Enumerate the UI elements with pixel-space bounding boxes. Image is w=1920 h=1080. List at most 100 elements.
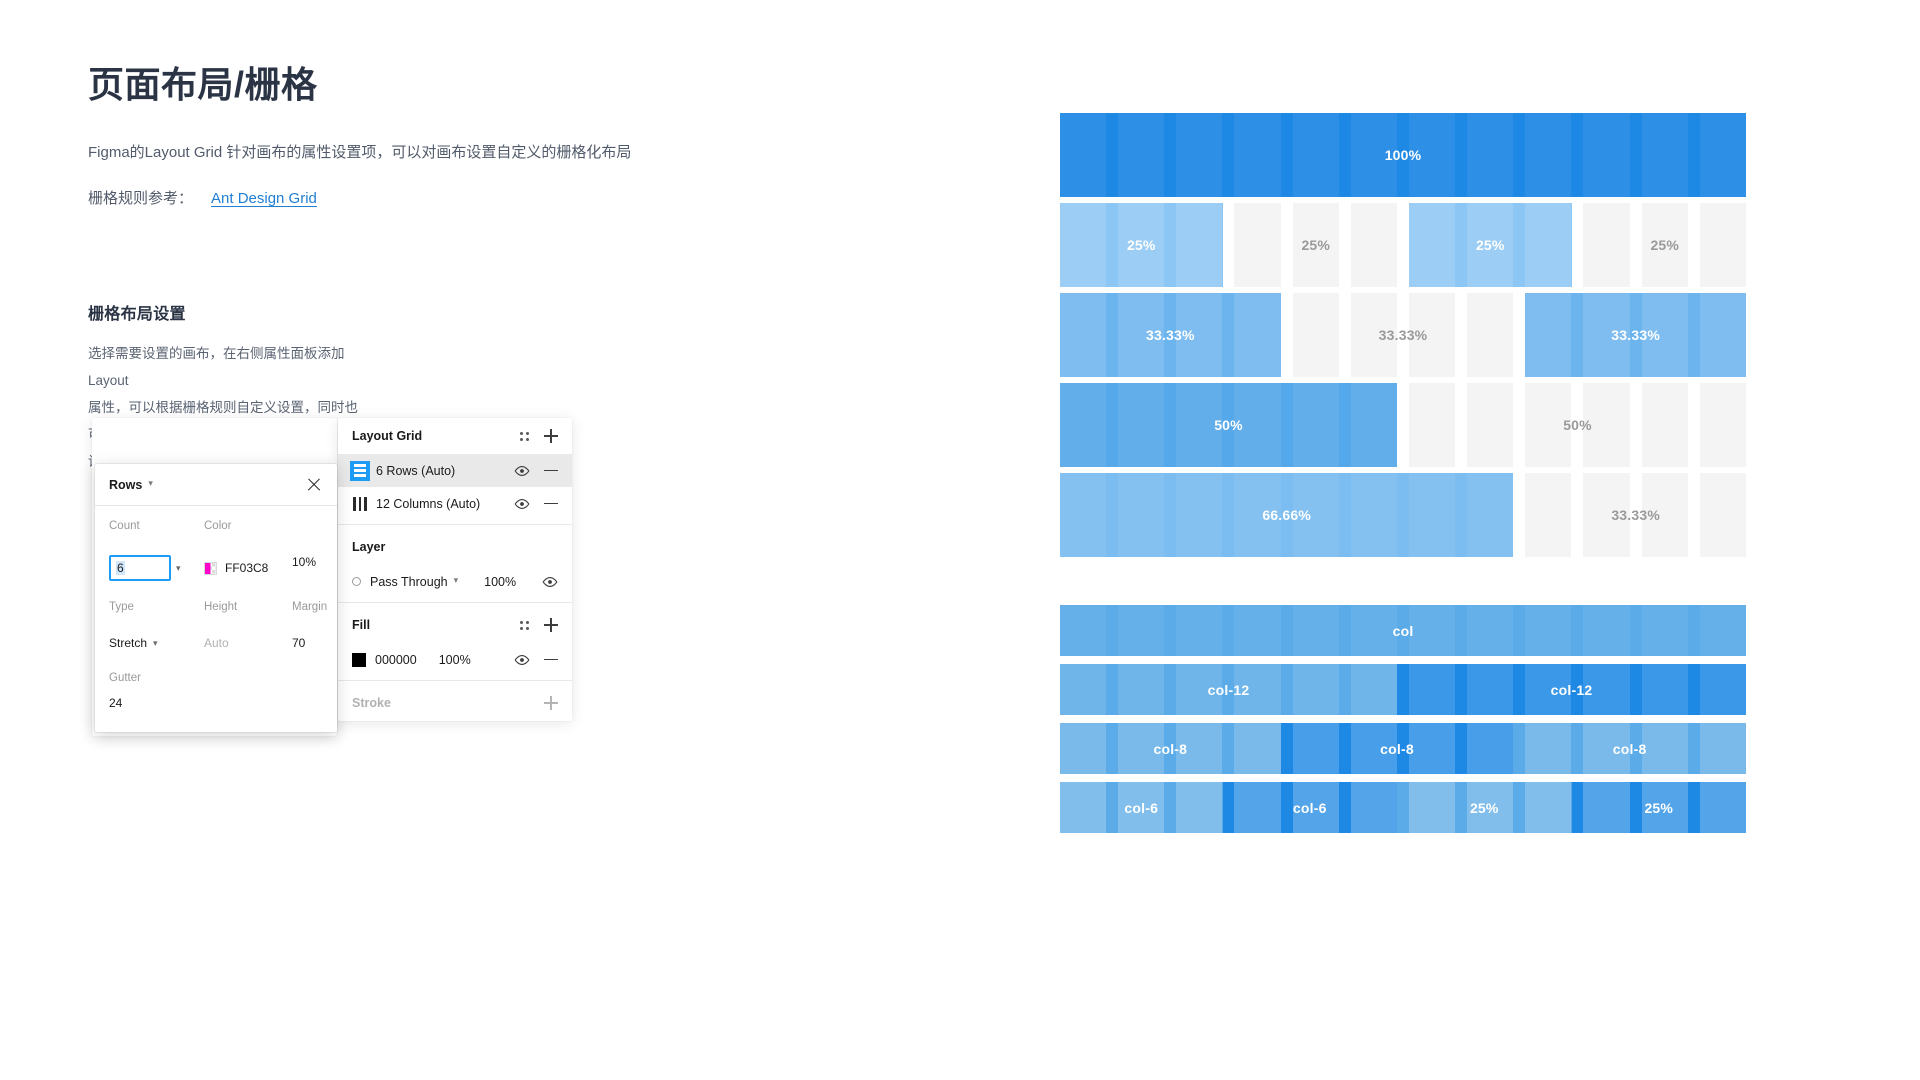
block-label: 33.33%: [1145, 327, 1195, 343]
height-value[interactable]: Auto: [204, 636, 292, 650]
drag-dots-icon[interactable]: [518, 430, 530, 442]
figma-panel-mockup: Layout Grid 6 Rows (Auto) 12 Columns (Au…: [92, 418, 572, 738]
gutter-value[interactable]: 24: [109, 696, 323, 710]
count-color-values: 6 ▾ FF03C8 10%: [109, 555, 323, 581]
layout-grid-item-columns[interactable]: 12 Columns (Auto): [338, 487, 572, 520]
close-icon[interactable]: [305, 476, 323, 494]
margin-label: Margin: [292, 601, 328, 613]
layer-opacity-value[interactable]: 100%: [484, 575, 516, 589]
margin-value[interactable]: 70: [292, 636, 323, 650]
col-row-blocks: col-12 col-12: [1060, 664, 1746, 715]
block-label: col-12: [1207, 681, 1250, 698]
color-swatch[interactable]: [204, 561, 217, 575]
percent-row: 66.66% 33.33%: [1060, 473, 1746, 557]
count-input[interactable]: 6: [109, 555, 171, 581]
diagram-gap: [1060, 563, 1746, 605]
type-value[interactable]: Stretch: [109, 636, 147, 650]
color-hex-value[interactable]: FF03C8: [225, 561, 268, 575]
rows-popover-title[interactable]: Rows: [109, 478, 142, 492]
layout-grid-title: Layout Grid: [352, 429, 423, 443]
rows-grid-icon: [350, 460, 370, 481]
layer-blend-row[interactable]: Pass Through ▾ 100%: [338, 565, 572, 598]
eye-icon[interactable]: [514, 498, 530, 510]
percent-row: 33.33% 33.33% 33.33%: [1060, 293, 1746, 377]
color-field-group[interactable]: FF03C8: [204, 555, 292, 581]
fill-row[interactable]: 000000 100%: [338, 643, 572, 676]
page-description: Figma的Layout Grid 针对画布的属性设置项，可以对画布设置自定义的…: [88, 143, 632, 161]
block-label: col-12: [1550, 681, 1593, 698]
block-label: 33.33%: [1378, 327, 1428, 343]
percent-row: 25% 25% 25% 25%: [1060, 203, 1746, 287]
chevron-down-icon[interactable]: ▾: [176, 563, 181, 574]
block-label: col-6: [1292, 799, 1327, 816]
left-content-column: 页面布局/栅格 Figma的Layout Grid 针对画布的属性设置项，可以对…: [88, 0, 728, 475]
section-heading: 栅格布局设置: [88, 305, 186, 323]
fill-section-header: Fill: [338, 607, 572, 643]
height-label: Height: [204, 601, 238, 613]
block-label: 33.33%: [1611, 327, 1660, 343]
percent-row-blocks: 25% 25% 25% 25%: [1060, 203, 1746, 287]
blend-mode-icon: [352, 577, 361, 586]
count-input-value: 6: [116, 561, 125, 575]
ant-design-grid-link[interactable]: Ant Design Grid: [211, 190, 317, 207]
plus-icon[interactable]: [544, 618, 558, 632]
fill-hex-value[interactable]: 000000: [375, 653, 417, 667]
page-title: 页面布局/栅格: [88, 64, 318, 105]
reference-row: 栅格规则参考： Ant Design Grid: [88, 187, 728, 208]
col-diagram-group: col col-12 col-12 col-8 col-8 col-8 col-6 col-6…: [1060, 605, 1746, 833]
chevron-down-icon[interactable]: ▾: [153, 638, 158, 649]
plus-icon[interactable]: [544, 696, 558, 710]
color-opacity-value[interactable]: 10%: [292, 555, 323, 581]
type-label: Type: [109, 601, 134, 613]
fill-title: Fill: [352, 618, 371, 632]
layout-grid-item-columns-label: 12 Columns (Auto): [376, 496, 481, 511]
block-label: 50%: [1214, 417, 1243, 433]
block-label: 33.33%: [1611, 507, 1660, 523]
eye-icon[interactable]: [542, 576, 558, 588]
type-height-margin-labels: Type Height Margin: [109, 601, 327, 622]
chevron-down-icon[interactable]: ▾: [148, 478, 153, 489]
color-label: Color: [204, 520, 232, 532]
properties-panel: Layout Grid 6 Rows (Auto) 12 Columns (Au…: [338, 418, 572, 721]
layout-grid-item-rows[interactable]: 6 Rows (Auto): [338, 454, 572, 487]
percent-row-blocks: 66.66% 33.33%: [1060, 473, 1746, 557]
page-root: 页面布局/栅格 Figma的Layout Grid 针对画布的属性设置项，可以对…: [0, 0, 1920, 1080]
minus-icon[interactable]: [544, 502, 558, 505]
layout-grid-section-header: Layout Grid: [338, 418, 572, 454]
col-row: col-6 col-6 25% 25%: [1060, 782, 1746, 833]
fill-opacity-value[interactable]: 100%: [439, 653, 471, 667]
plus-icon[interactable]: [544, 429, 558, 443]
drag-dots-icon[interactable]: [518, 619, 530, 631]
eye-icon[interactable]: [514, 654, 530, 666]
divider: [338, 524, 572, 525]
percent-row: 100%: [1060, 113, 1746, 197]
type-height-margin-values: Stretch ▾ Auto 70: [109, 636, 323, 650]
percent-row-blocks: 100%: [1060, 113, 1746, 197]
section-body-line-1: 选择需要设置的画布，在右侧属性面板添加Layout: [88, 345, 345, 388]
block-label: 25%: [1475, 237, 1505, 253]
minus-icon[interactable]: [544, 469, 558, 472]
type-field-group[interactable]: Stretch ▾: [109, 636, 204, 650]
count-color-labels: Count Color: [109, 520, 323, 541]
block-label: 25%: [1301, 237, 1331, 253]
layer-title: Layer: [352, 540, 386, 554]
chevron-down-icon[interactable]: ▾: [454, 575, 459, 586]
fill-color-swatch[interactable]: [352, 652, 366, 667]
count-field-group[interactable]: 6 ▾: [109, 555, 204, 581]
block-label: col-8: [1153, 740, 1188, 757]
blend-mode-value[interactable]: Pass Through: [370, 575, 448, 589]
divider: [338, 680, 572, 681]
percent-row-blocks: 50% 50%: [1060, 383, 1746, 467]
block-label: 25%: [1469, 799, 1499, 816]
block-label: col: [1392, 622, 1414, 639]
col-row: col-8 col-8 col-8: [1060, 723, 1746, 774]
percent-diagram-group: 100% 25% 25% 25% 25% 33.33% 33.33% 33.33% 50% 50%…: [1060, 113, 1746, 557]
minus-icon[interactable]: [544, 658, 558, 661]
col-row: col-12 col-12: [1060, 664, 1746, 715]
eye-icon[interactable]: [514, 465, 530, 477]
block-label: 66.66%: [1262, 507, 1311, 523]
percent-row: 50% 50%: [1060, 383, 1746, 467]
rows-settings-popover: Rows ▾ Count Color 6 ▾ FF03C8 10% Type H…: [95, 464, 337, 732]
block-label: 100%: [1384, 147, 1422, 163]
block-label: 25%: [1644, 799, 1674, 816]
